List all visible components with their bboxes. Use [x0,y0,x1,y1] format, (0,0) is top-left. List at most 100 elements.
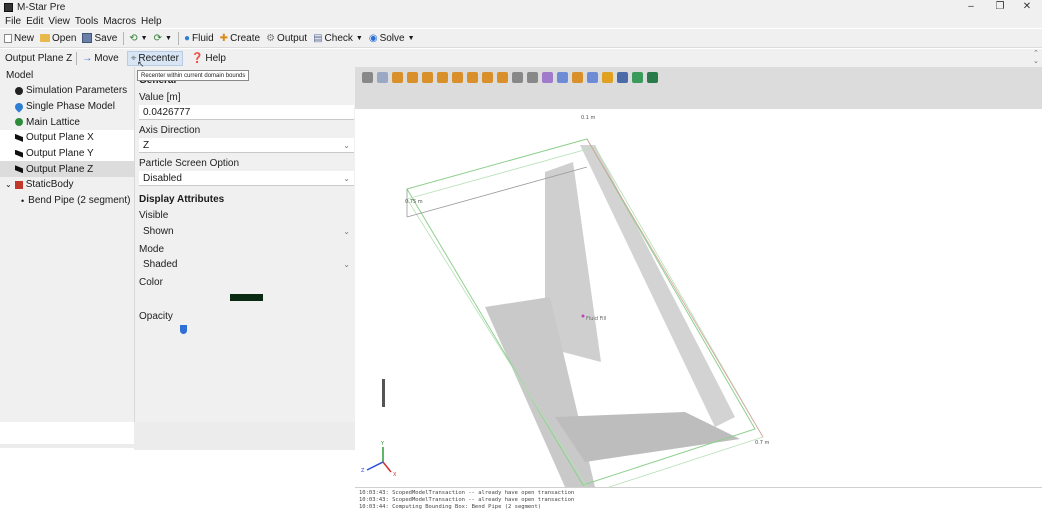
save-icon [82,33,93,43]
view-bottom-icon[interactable] [467,72,478,83]
title-bar: M-Star Pre – ❐ ✕ [0,0,1042,14]
object-icon[interactable] [632,72,643,83]
recenter-button[interactable]: ⌖ Recenter [126,50,183,66]
redo-dropdown-icon[interactable]: ▼ [165,35,172,42]
chevron-down-icon: ⌄ [343,260,350,269]
scroll-down-icon[interactable]: ⌄ [1033,57,1039,65]
settings-icon[interactable] [572,72,583,83]
solve-button[interactable]: ◉ Solve [369,33,405,44]
minimize-button[interactable]: – [956,0,986,14]
menu-edit[interactable]: Edit [26,16,43,27]
help-button[interactable]: ❓ Help [191,53,226,64]
undo-button[interactable]: ⟲ [129,33,137,44]
app-icon [4,2,13,12]
rotate-cw-icon[interactable] [527,72,538,83]
tree-item-main-lattice[interactable]: Main Lattice [0,114,134,130]
visible-select[interactable]: Shown ⌄ [139,224,354,239]
color-swatch[interactable] [230,294,263,301]
view-left-icon[interactable] [422,72,433,83]
expand-chevron-icon[interactable]: ⌄ [5,180,12,189]
lattice-icon [15,118,23,127]
gear-icon [15,86,23,95]
tree-item-label: Output Plane Y [26,148,94,160]
tree-item-single-phase-model[interactable]: Single Phase Model [0,99,134,115]
maximize-button[interactable]: ❐ [985,0,1015,14]
check-dropdown-icon[interactable]: ▼ [356,35,363,42]
tree-item-simulation-parameters[interactable]: Simulation Parameters [0,83,134,99]
new-button[interactable]: New [4,33,34,44]
tree-item-output-plane-y[interactable]: Output Plane Y [0,145,134,162]
new-label: New [14,32,35,44]
panel-footer [0,422,355,516]
view-iso-icon[interactable] [482,72,493,83]
menu-bar: File Edit View Tools Macros Help [0,14,1042,28]
zoom-region-icon[interactable] [377,72,388,83]
redo-button[interactable]: ⟳ [154,33,162,44]
opacity-slider-handle[interactable] [180,325,187,334]
dimension-label-bottom: 0.7 m [755,440,770,446]
scroll-up-icon[interactable]: ⌃ [1033,49,1039,57]
move-button[interactable]: → Move [82,53,118,64]
filter-icon[interactable] [617,72,628,83]
check-label: Check [324,32,353,44]
tree-item-output-plane-z[interactable]: Output Plane Z [0,161,134,178]
mode-select[interactable]: Shaded ⌄ [139,257,354,272]
grid-icon[interactable] [602,72,613,83]
properties-panel: General Value [m] 0.0426777 Axis Directi… [134,67,355,445]
view-right-icon[interactable] [437,72,448,83]
probe-icon[interactable] [557,72,568,83]
menu-help[interactable]: Help [141,16,162,27]
menu-view[interactable]: View [48,16,70,27]
rotate-ccw-icon[interactable] [512,72,523,83]
console-log[interactable]: 10:03:43: ScopedModelTransaction -- alre… [355,487,1042,516]
create-icon: ✚ [219,32,229,44]
tree-item-label: StaticBody [25,179,74,191]
menu-file[interactable]: File [5,16,21,27]
viewport-toolbar [362,70,662,85]
output-label: Output [277,32,308,44]
menu-tools[interactable]: Tools [75,16,98,27]
axis-direction-select[interactable]: Z ⌄ [139,138,354,153]
scene-canvas[interactable]: 0.1 m 0.75 m 0.7 m Fluid Fill Y X Z [355,67,1042,494]
menu-macros[interactable]: Macros [103,16,136,27]
measure-icon[interactable] [542,72,553,83]
tree-item-bend-pipe[interactable]: • Bend Pipe (2 segment) [0,193,134,209]
solve-icon: ◉ [368,32,378,44]
screenshot-icon[interactable] [647,72,658,83]
context-label: Output Plane Z [5,52,73,64]
open-button[interactable]: Open [40,33,76,44]
opacity-label: Opacity [139,311,173,322]
check-button[interactable]: ▤ Check [313,33,353,44]
new-file-icon [4,33,12,43]
link-icon[interactable] [587,72,598,83]
fit-view-icon[interactable] [362,72,373,83]
create-button[interactable]: ✚ Create [220,33,260,44]
3d-viewport[interactable]: 0.1 m 0.75 m 0.7 m Fluid Fill Y X Z [355,67,1042,494]
dimension-label-left: 0.75 m [405,199,423,205]
visible-label: Visible [139,210,169,221]
solve-dropdown-icon[interactable]: ▼ [408,35,415,42]
tree-item-label: Bend Pipe (2 segment) [28,195,131,207]
value-input[interactable]: 0.0426777 [139,105,354,120]
walk-icon[interactable] [497,72,508,83]
fluid-button[interactable]: ● Fluid [184,33,214,44]
mode-label: Mode [139,244,165,255]
particle-screen-select[interactable]: Disabled ⌄ [139,171,354,186]
value-label: Value [m] [139,92,181,103]
view-front-icon[interactable] [392,72,403,83]
view-back-icon[interactable] [407,72,418,83]
tree-item-label: Output Plane X [26,132,94,144]
tree-item-staticbody[interactable]: ⌄ StaticBody [0,177,134,193]
x-axis-icon [382,461,392,473]
view-top-icon[interactable] [452,72,463,83]
tree-item-output-plane-x[interactable]: Output Plane X [0,130,134,146]
droplet-icon: ● [183,32,190,44]
chevron-down-icon: ⌄ [343,174,350,183]
save-button[interactable]: Save [82,33,117,44]
toolbar-separator [177,31,179,45]
plane-icon [15,165,23,174]
close-button[interactable]: ✕ [1012,0,1042,14]
fluid-fill-marker[interactable] [581,314,585,318]
undo-dropdown-icon[interactable]: ▼ [141,35,148,42]
output-button[interactable]: ⚙ Output [266,33,307,44]
